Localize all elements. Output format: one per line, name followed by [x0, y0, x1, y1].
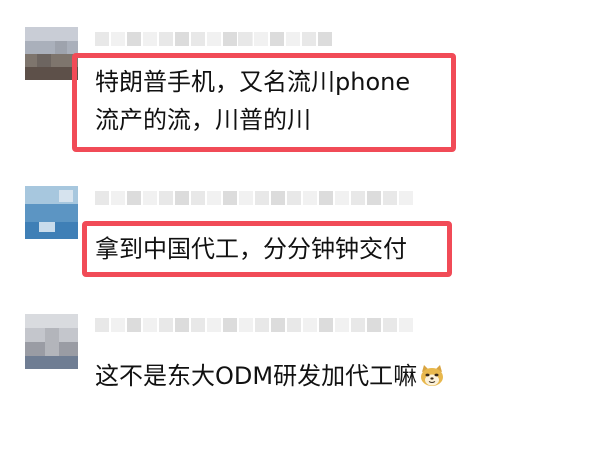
comment-text: 这不是东大ODM研发加代工嘛 — [95, 357, 445, 395]
comment-item-3: 这不是东大ODM研发加代工嘛 — [0, 0, 593, 420]
comment-line: 这不是东大ODM研发加代工嘛 — [95, 362, 418, 390]
avatar-blurred[interactable] — [25, 314, 78, 369]
username-blurred[interactable] — [95, 318, 413, 340]
doge-cat-emoji-icon — [419, 360, 445, 386]
